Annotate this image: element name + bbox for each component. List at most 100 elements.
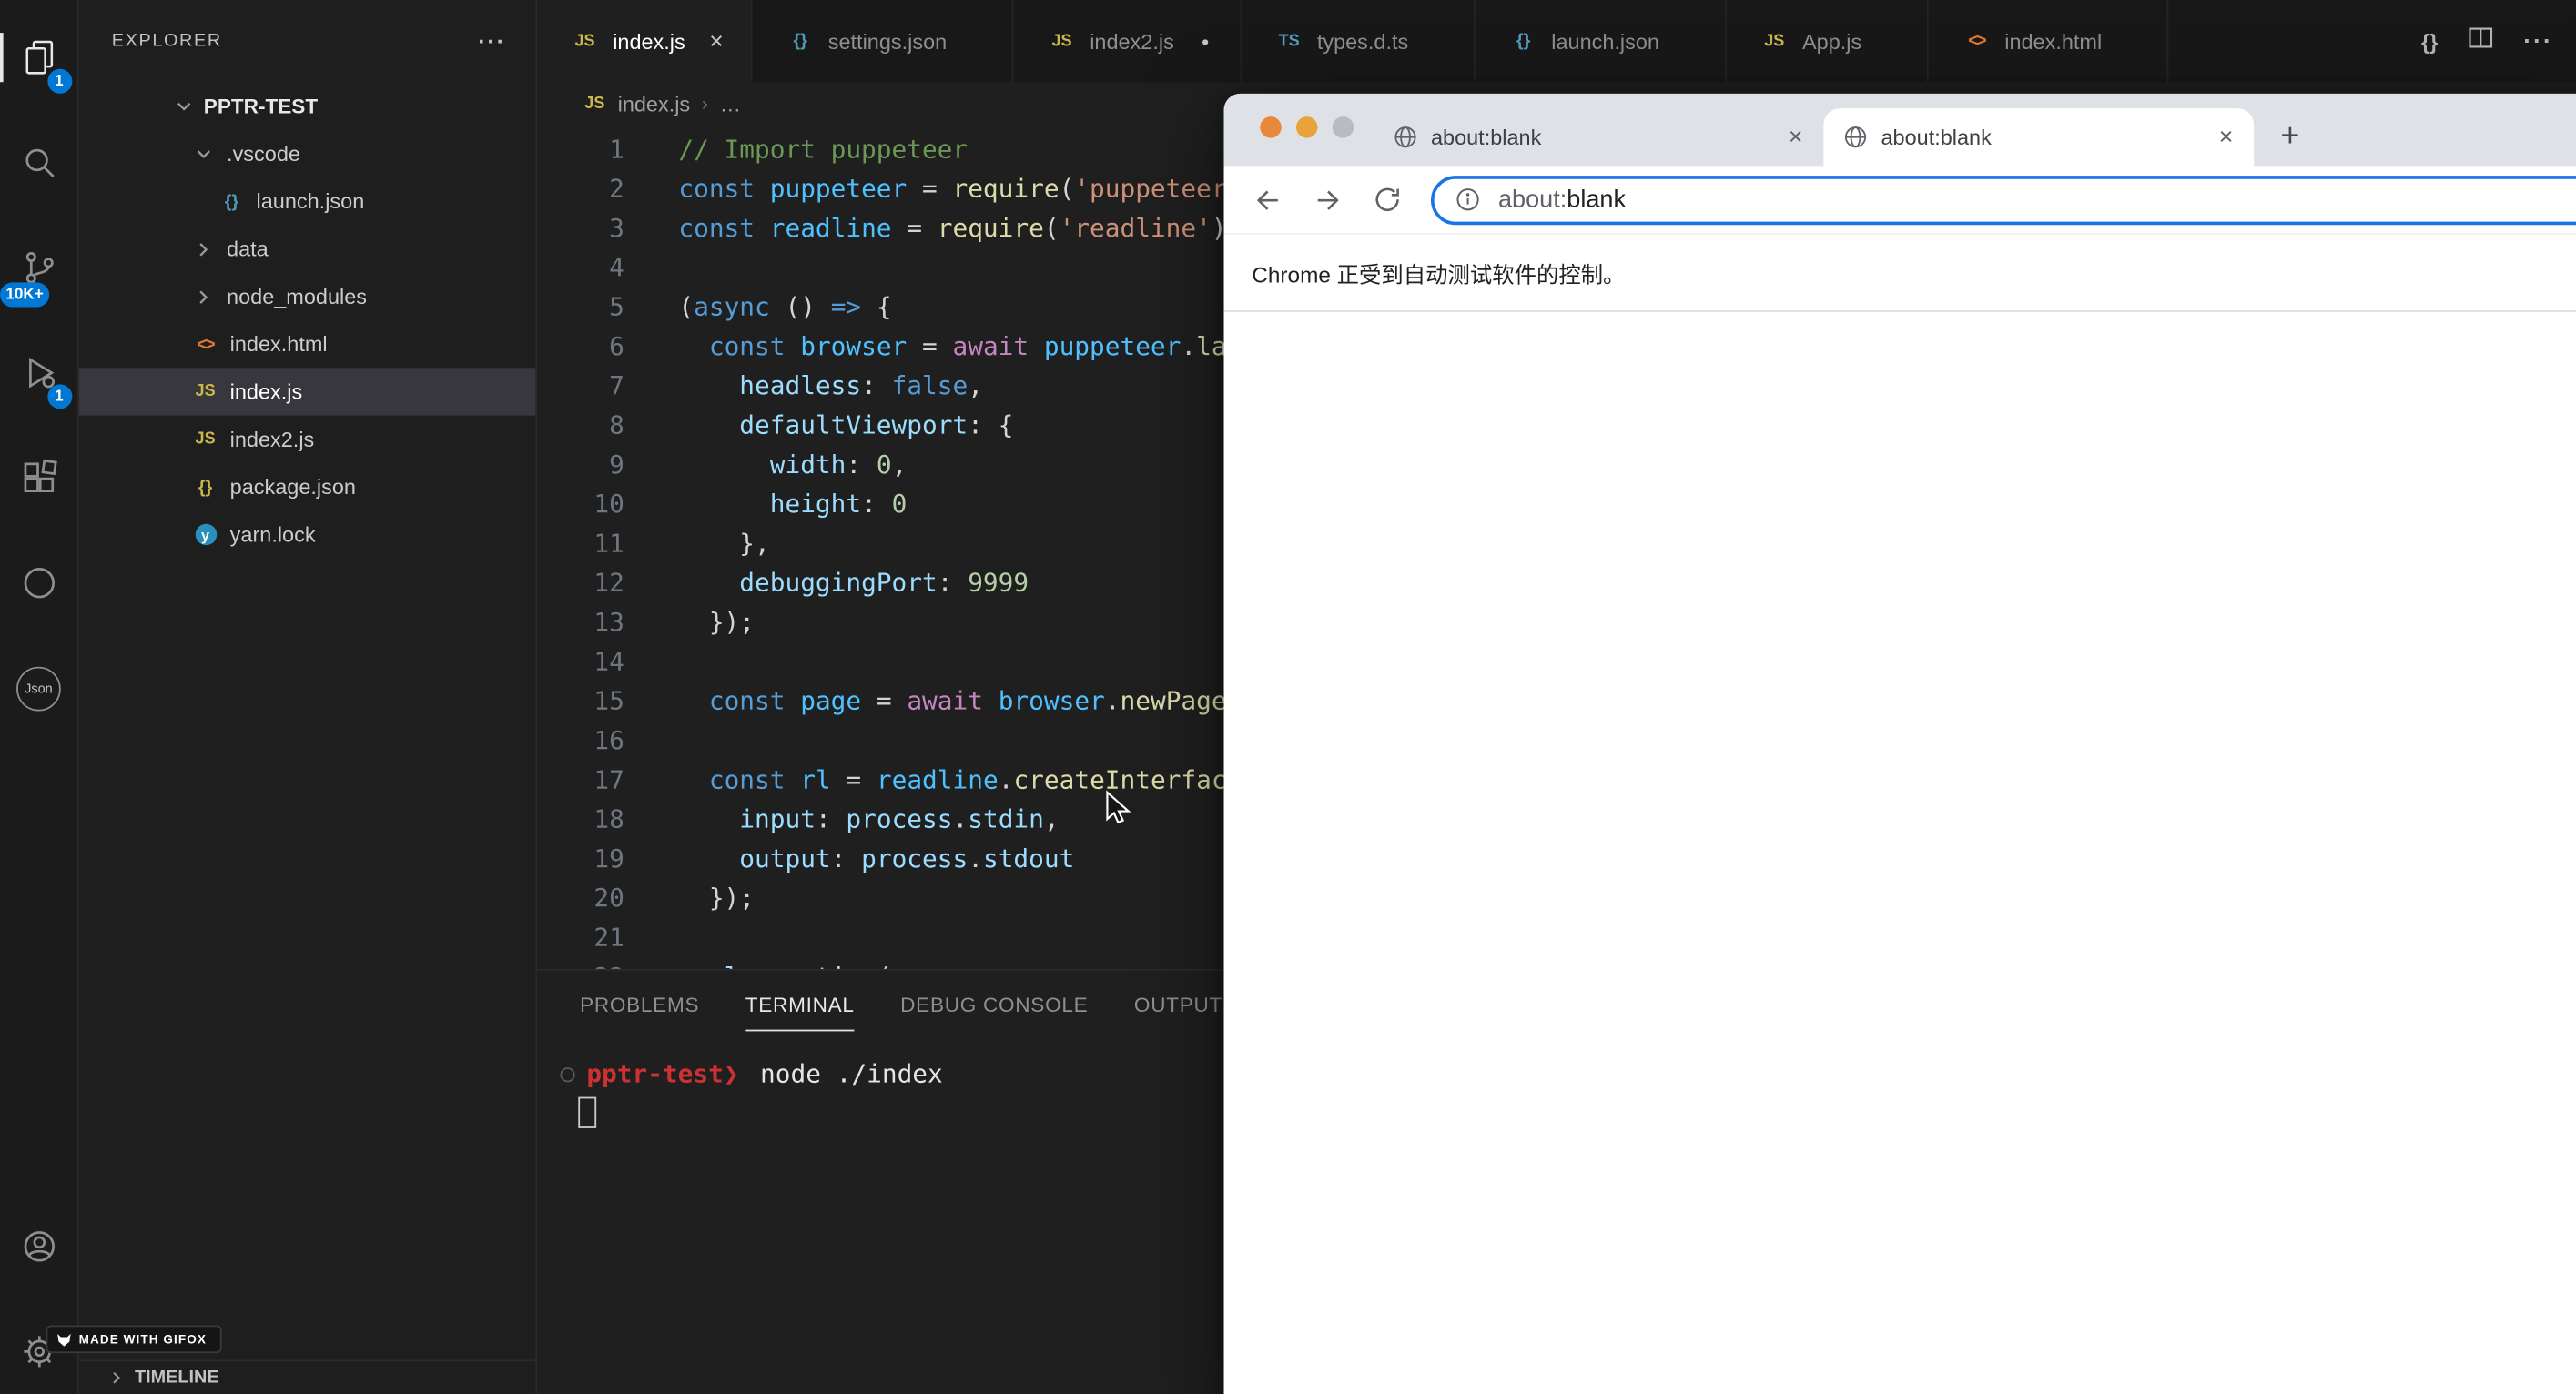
json-braces-icon: {}	[1516, 31, 1531, 51]
file-tree-items: .vscode {} launch.json data node_modules <> in…	[78, 130, 536, 559]
split-editor-icon[interactable]	[2468, 24, 2494, 58]
json-braces-icon: {}	[793, 31, 807, 51]
file-item-data[interactable]: data	[79, 225, 536, 272]
chevron-right-icon	[106, 1367, 128, 1389]
url-text: about:blank	[1497, 185, 1626, 214]
line-number: 13	[593, 607, 624, 638]
file-item-launch.json[interactable]: {} launch.json	[79, 177, 536, 225]
infobar-text: Chrome 正受到自动测试软件的控制。	[1252, 262, 1626, 288]
line-number: 5	[609, 292, 624, 322]
forward-button[interactable]	[1303, 175, 1352, 224]
file-item-node_modules[interactable]: node_modules	[79, 273, 536, 320]
line-number: 4	[609, 252, 624, 283]
command-decoration-icon	[560, 1066, 575, 1082]
js-file-icon: JS	[195, 382, 216, 401]
info-icon[interactable]	[1454, 186, 1482, 214]
file-name: index.html	[229, 331, 328, 357]
file-name: node_modules	[227, 284, 368, 309]
panel-tab-terminal[interactable]: TERMINAL	[745, 980, 855, 1031]
zoom-window-icon[interactable]	[1332, 116, 1354, 138]
line-number: 21	[593, 923, 624, 953]
sidebar-title: EXPLORER	[111, 31, 222, 51]
file-name: yarn.lock	[229, 521, 316, 547]
sidebar-header: EXPLORER ···	[79, 0, 536, 82]
root-folder-name: PPTR-TEST	[203, 94, 319, 118]
chevron-right-icon	[190, 236, 217, 262]
file-item-.vscode[interactable]: .vscode	[79, 130, 536, 177]
extensions-icon[interactable]	[0, 439, 78, 518]
ts-file-icon: TS	[1278, 32, 1300, 51]
json-braces-icon: {}	[198, 477, 213, 497]
terminal-command: node ./index	[760, 1059, 943, 1089]
debug-badge: 1	[46, 384, 72, 409]
window-controls	[1260, 116, 1354, 138]
back-button[interactable]	[1243, 175, 1293, 224]
minimize-window-icon[interactable]	[1295, 116, 1318, 138]
js-file-icon: JS	[1051, 32, 1072, 51]
panel-tab-problems[interactable]: PROBLEMS	[580, 980, 699, 1029]
editor-tab-App.js[interactable]: JS App.js	[1726, 0, 1930, 83]
breadcrumb-ellipsis: …	[719, 91, 742, 116]
more-actions-icon[interactable]: ···	[2523, 27, 2552, 56]
file-item-index.js[interactable]: JS index.js	[78, 368, 536, 416]
editor-tab-index.html[interactable]: <> index.html	[1929, 0, 2170, 83]
file-item-package.json[interactable]: {} package.json	[79, 463, 536, 510]
terminal-prompt: pptr-test	[586, 1059, 724, 1089]
browser-tab[interactable]: about:blank ×	[1823, 108, 2255, 167]
remote-explorer-icon[interactable]	[0, 543, 78, 622]
editor-tab-launch.json[interactable]: {} launch.json	[1476, 0, 1727, 83]
explorer-badge: 1	[46, 68, 72, 94]
tab-label: types.d.ts	[1316, 28, 1409, 54]
reload-button[interactable]	[1362, 175, 1411, 224]
line-number: 19	[593, 843, 624, 874]
tab-label: index.html	[2004, 28, 2103, 54]
panel-tab-output[interactable]: OUTPUT	[1134, 980, 1222, 1029]
file-tree: PPTR-TEST .vscode {} launch.json data node_m…	[78, 82, 536, 1359]
account-icon[interactable]	[0, 1207, 78, 1287]
braces-action-icon[interactable]: {}	[2421, 29, 2438, 54]
file-item-index2.js[interactable]: JS index2.js	[79, 416, 536, 463]
line-number: 11	[593, 529, 624, 559]
close-tab-icon[interactable]: ×	[2211, 122, 2240, 151]
js-file-icon: JS	[584, 94, 605, 113]
terminal-cursor	[578, 1096, 597, 1127]
close-window-icon[interactable]	[1260, 116, 1282, 138]
timeline-section[interactable]: TIMELINE	[78, 1359, 536, 1394]
chrome-tabstrip-tabs: about:blank × about:blank ×	[1374, 94, 2255, 167]
run-debug-icon[interactable]: 1	[0, 333, 78, 412]
editor-tabbar: JS index.js × {} settings.json JS index2.js ● TS…	[537, 0, 2576, 83]
line-number: 9	[609, 450, 624, 480]
panel-tab-debug-console[interactable]: DEBUG CONSOLE	[900, 980, 1088, 1029]
json-extension-icon[interactable]: Json	[0, 649, 78, 728]
close-tab-icon[interactable]: ×	[698, 23, 735, 59]
gifox-fox-icon	[57, 1332, 71, 1346]
js-file-icon: JS	[574, 32, 595, 51]
editor-tabs: JS index.js × {} settings.json JS index2.js ● TS…	[537, 0, 2170, 83]
gifox-badge: MADE WITH GIFOX	[46, 1325, 222, 1354]
editor-tab-settings.json[interactable]: {} settings.json	[752, 0, 1015, 83]
line-number: 17	[593, 765, 624, 795]
chevron-right-icon: ›	[701, 92, 709, 116]
editor-tab-index2.js[interactable]: JS index2.js ●	[1014, 0, 1242, 83]
browser-page-content[interactable]	[1223, 311, 2576, 1394]
line-number: 10	[593, 489, 624, 520]
yarn-icon: y	[194, 523, 217, 546]
explorer-sidebar: EXPLORER ··· PPTR-TEST .vscode {} launch.j…	[78, 0, 538, 1394]
file-item-index.html[interactable]: <> index.html	[79, 320, 536, 368]
line-number: 12	[593, 568, 624, 598]
folder-root[interactable]: PPTR-TEST	[79, 82, 536, 129]
editor-tab-types.d.ts[interactable]: TS types.d.ts	[1241, 0, 1476, 83]
explorer-icon[interactable]: 1	[0, 18, 78, 97]
new-tab-button[interactable]: +	[2267, 114, 2314, 160]
file-item-yarn.lock[interactable]: y yarn.lock	[79, 510, 536, 558]
search-icon[interactable]	[0, 123, 78, 202]
editor-tab-index.js[interactable]: JS index.js ×	[537, 0, 753, 83]
line-number: 16	[593, 725, 624, 756]
prompt-chevron: ❯	[723, 1059, 739, 1089]
close-tab-icon[interactable]: ×	[1780, 122, 1810, 151]
source-control-icon[interactable]: 10K+	[0, 228, 78, 308]
address-bar[interactable]: about:blank	[1430, 175, 2576, 225]
browser-tab[interactable]: about:blank ×	[1374, 108, 1824, 166]
more-actions-icon[interactable]: ···	[478, 28, 506, 55]
modified-dot-icon[interactable]: ●	[1187, 34, 1223, 48]
